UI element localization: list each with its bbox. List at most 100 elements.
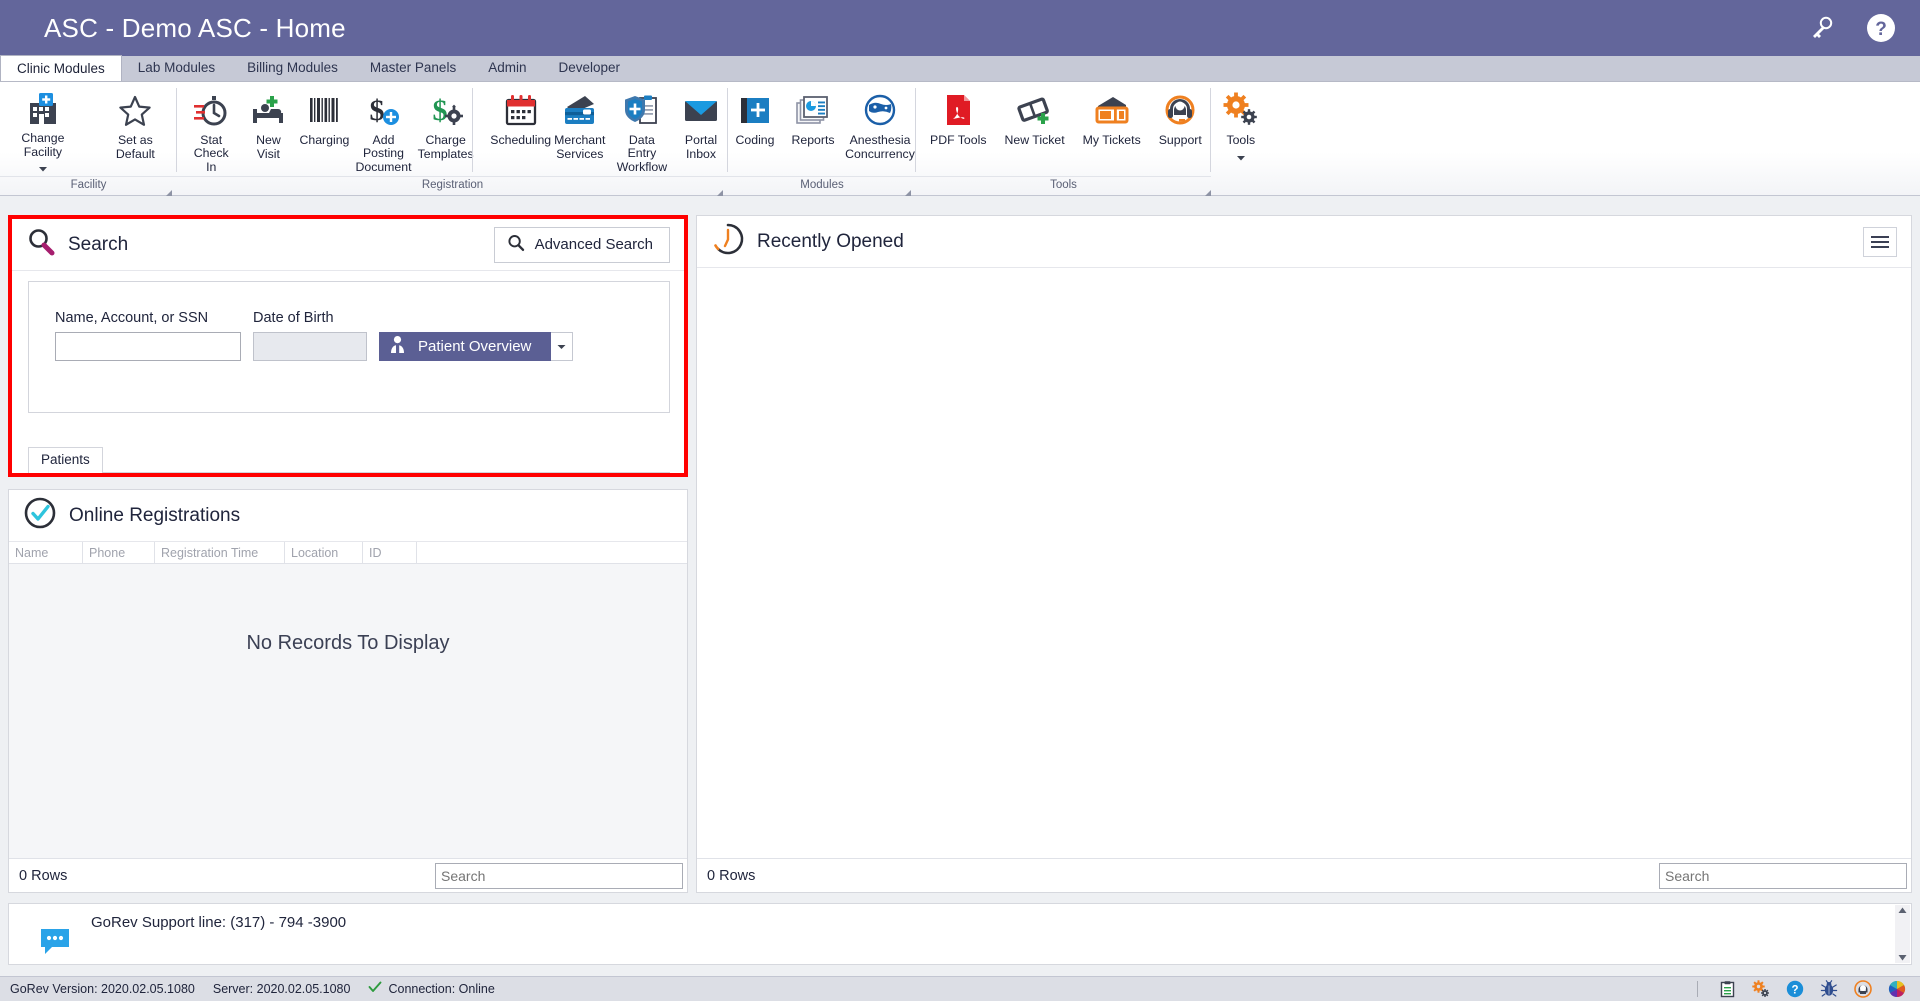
search-magnifier-icon	[26, 227, 56, 262]
ribbon-button-tools[interactable]: Tools	[1214, 88, 1268, 174]
ribbon-button-reports[interactable]: Reports	[786, 88, 840, 174]
ribbon-button-merchant-services[interactable]: Merchant Services	[550, 88, 610, 174]
ribbon-button-anesthesia-concurrency[interactable]: Anesthesia Concurrency	[844, 88, 916, 174]
recently-opened-search-input[interactable]	[1659, 862, 1907, 889]
patient-overview-split-button: Patient Overview	[379, 332, 574, 361]
ribbon-button-label: New Ticket	[1004, 133, 1065, 147]
ribbon-button-label: PDF Tools	[930, 133, 987, 147]
calendar-icon	[502, 90, 540, 130]
online-registrations-search-input[interactable]	[435, 862, 683, 889]
hospital-bed-icon	[249, 90, 287, 130]
support-line-text: GoRev Support line: (317) - 794 -3900	[91, 914, 347, 931]
help-icon[interactable]: ?	[1864, 11, 1898, 45]
group-dialog-launcher-icon[interactable]	[1203, 185, 1211, 198]
column-header-id[interactable]: ID	[363, 542, 417, 563]
ribbon-button-label: Change Facility	[21, 131, 65, 159]
credit-card-icon	[561, 90, 599, 130]
date-of-birth-field-wrap: Date of Birth	[253, 310, 367, 361]
ribbon-button-coding[interactable]: Coding	[728, 88, 782, 174]
ribbon-button-label: Tools	[1226, 133, 1256, 147]
online-registrations-grid-header: Name Phone Registration Time Location ID	[9, 542, 687, 564]
ticket-plus-icon	[1016, 90, 1054, 130]
ribbon-button-set-as-default[interactable]: Set as Default	[94, 88, 177, 174]
help-status-icon[interactable]: ?	[1786, 980, 1804, 998]
search-panel: Search Advanced Search Name, Account, or…	[12, 219, 684, 473]
support-strip: GoRev Support line: (317) - 794 -3900	[8, 903, 1912, 965]
ribbon-button-label: Merchant Services	[554, 133, 606, 161]
ribbon-button-add-posting-document[interactable]: $ Add Posting Document	[353, 88, 413, 174]
ribbon-group-tools: PDF Tools New Ticket My Tickets Support …	[916, 82, 1471, 198]
status-connection: Connection: Online	[388, 982, 495, 996]
status-bar: GoRev Version: 2020.02.05.1080 Server: 2…	[0, 976, 1920, 1001]
group-dialog-launcher-icon[interactable]	[903, 185, 911, 198]
tickets-icon	[1093, 90, 1131, 130]
support-scrollbar[interactable]	[1895, 905, 1910, 963]
ribbon-group-label: Registration	[177, 176, 728, 196]
chevron-down-icon[interactable]	[1236, 149, 1246, 167]
book-plus-icon	[736, 90, 774, 130]
svg-text:?: ?	[1791, 985, 1798, 997]
search-tab-strip	[28, 472, 670, 473]
color-wheel-icon[interactable]	[1888, 980, 1906, 998]
ribbon-button-new-ticket[interactable]: New Ticket	[999, 88, 1071, 174]
group-dialog-launcher-icon[interactable]	[715, 185, 723, 198]
column-header-phone[interactable]: Phone	[83, 542, 155, 563]
column-header-registration-time[interactable]: Registration Time	[155, 542, 285, 563]
tab-master-panels[interactable]: Master Panels	[354, 55, 472, 81]
tab-lab-modules[interactable]: Lab Modules	[122, 55, 231, 81]
ribbon-button-label: Add Posting Document	[355, 132, 412, 174]
search-name-input[interactable]	[55, 332, 241, 361]
ribbon-button-label: My Tickets	[1082, 133, 1141, 147]
title-bar: ASC - Demo ASC - Home ?	[0, 0, 1920, 56]
tab-developer[interactable]: Developer	[542, 55, 636, 81]
ribbon-group-facility: Change Facility Set as Default Facility	[0, 82, 177, 198]
date-of-birth-input[interactable]	[253, 332, 367, 361]
stopwatch-icon	[192, 90, 230, 130]
ribbon-button-charge-templates[interactable]: $ Charge Templates	[416, 88, 476, 174]
ribbon-button-support[interactable]: Support	[1153, 88, 1208, 174]
ribbon-button-scheduling[interactable]: Scheduling	[490, 88, 551, 174]
bug-icon[interactable]	[1820, 980, 1838, 998]
group-dialog-launcher-icon[interactable]	[164, 185, 172, 198]
search-form-body: Name, Account, or SSN Date of Birth Pati…	[28, 281, 670, 413]
hospital-icon	[24, 90, 62, 128]
recently-opened-title: Recently Opened	[757, 230, 904, 252]
status-version: GoRev Version: 2020.02.05.1080	[10, 982, 195, 996]
envelope-icon	[682, 90, 720, 130]
ribbon-button-my-tickets[interactable]: My Tickets	[1077, 88, 1147, 174]
patient-overview-dropdown-toggle[interactable]	[551, 332, 574, 361]
ribbon-button-change-facility[interactable]: Change Facility	[0, 88, 86, 174]
tab-clinic-modules[interactable]: Clinic Modules	[0, 55, 122, 81]
column-header-name[interactable]: Name	[9, 542, 83, 563]
advanced-search-button[interactable]: Advanced Search	[493, 226, 670, 263]
clipboard-list-icon[interactable]	[1718, 980, 1736, 998]
ribbon-tab-strip: Clinic Modules Lab Modules Billing Modul…	[0, 55, 1920, 82]
patient-overview-button[interactable]: Patient Overview	[379, 332, 552, 361]
ribbon-button-label: Charge Templates	[417, 133, 474, 161]
connection-status: Connection: Online	[368, 980, 495, 999]
ribbon-button-charging[interactable]: Charging	[297, 88, 351, 174]
check-icon	[368, 980, 382, 999]
ribbon-button-label: Scheduling	[490, 133, 552, 147]
tab-billing-modules[interactable]: Billing Modules	[231, 55, 354, 81]
ribbon-group-label: Modules	[728, 176, 916, 196]
ribbon-toolbar: Change Facility Set as Default Facility	[0, 82, 1920, 198]
recently-opened-footer: 0 Rows	[697, 858, 1911, 892]
recently-opened-row-count: 0 Rows	[707, 867, 756, 884]
gears-status-icon[interactable]	[1752, 980, 1770, 998]
ribbon-button-portal-inbox[interactable]: Portal Inbox	[674, 88, 728, 174]
keys-icon[interactable]	[1804, 11, 1838, 45]
ribbon-button-pdf-tools[interactable]: PDF Tools	[924, 88, 993, 174]
ribbon-button-label: New Visit	[256, 133, 281, 161]
tab-admin[interactable]: Admin	[472, 55, 542, 81]
headset-status-icon[interactable]	[1854, 980, 1872, 998]
hamburger-menu-icon[interactable]	[1863, 226, 1897, 257]
ribbon-button-new-visit[interactable]: New Visit	[241, 88, 295, 174]
search-panel-highlight: Search Advanced Search Name, Account, or…	[8, 215, 688, 477]
ribbon-button-data-entry-workflow[interactable]: Data Entry Workflow	[612, 88, 672, 174]
name-account-ssn-label: Name, Account, or SSN	[55, 310, 209, 326]
clipboard-shield-icon	[623, 90, 661, 130]
tab-patients[interactable]: Patients	[28, 447, 103, 473]
column-header-location[interactable]: Location	[285, 542, 363, 563]
ribbon-button-stat-check-in[interactable]: Stat Check In	[183, 88, 239, 174]
